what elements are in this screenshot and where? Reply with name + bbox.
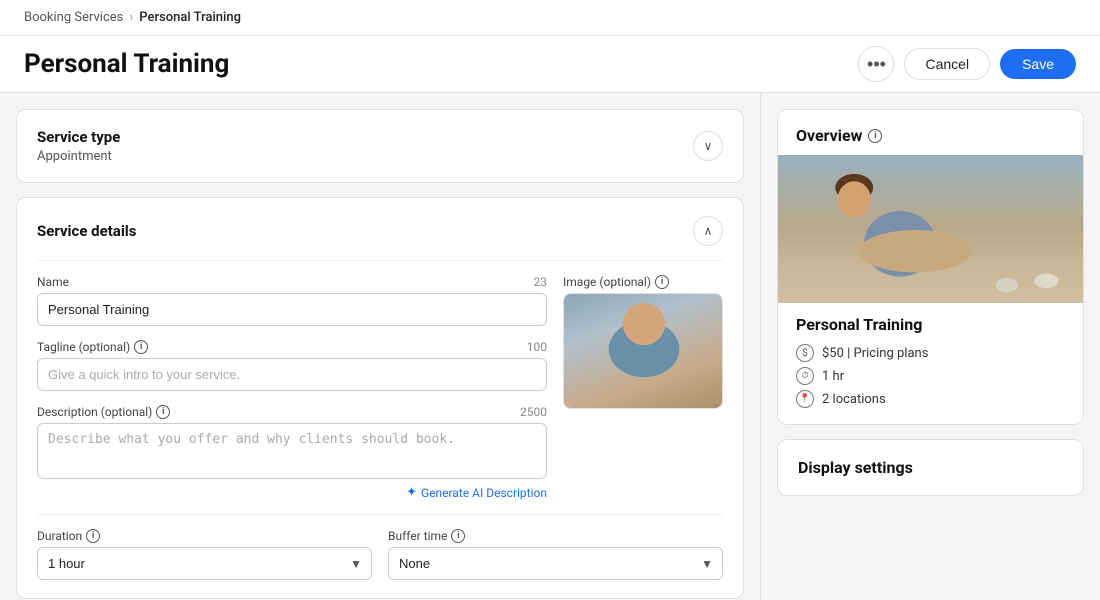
ai-link-row: ✦ Generate AI Description [37, 485, 547, 500]
image-col: Image (optional) i [563, 275, 723, 409]
duration-buffer-row: Duration i 30 minutes 45 minutes 1 hour … [37, 529, 723, 580]
tagline-label-wrap: Tagline (optional) i [37, 340, 148, 354]
chevron-down-icon: ∨ [704, 139, 713, 153]
buffer-label-wrap: Buffer time i [388, 529, 723, 543]
service-type-header: Service type Appointment ∨ [37, 128, 723, 164]
description-label: Description (optional) [37, 405, 152, 419]
form-divider-2 [37, 514, 723, 515]
duration-select[interactable]: 30 minutes 45 minutes 1 hour 1.5 hours 2… [37, 547, 372, 580]
description-textarea[interactable] [37, 423, 547, 479]
description-section: Description (optional) i 2500 ✦ Generate… [37, 405, 547, 500]
service-details-collapse-button[interactable]: ∧ [693, 216, 723, 246]
service-image-box[interactable] [563, 293, 723, 409]
display-settings-title: Display settings [798, 458, 1063, 477]
service-image [564, 294, 722, 408]
tagline-label-row: Tagline (optional) i 100 [37, 340, 547, 354]
duration-label: Duration [37, 529, 82, 543]
description-char-count: 2500 [520, 405, 547, 419]
service-type-collapse-button[interactable]: ∨ [693, 131, 723, 161]
description-label-wrap: Description (optional) i [37, 405, 170, 419]
duration-label-wrap: Duration i [37, 529, 372, 543]
overview-price: $50 | Pricing plans [822, 346, 928, 361]
service-type-title: Service type [37, 128, 120, 146]
ai-sparkle-icon: ✦ [406, 485, 417, 500]
overview-info-icon[interactable]: i [868, 129, 882, 143]
overview-title: Overview [796, 126, 862, 145]
save-button[interactable]: Save [1000, 49, 1076, 79]
page-title: Personal Training [24, 49, 229, 79]
overview-price-item: $ $50 | Pricing plans [796, 344, 1065, 362]
display-settings-card: Display settings [777, 439, 1084, 496]
form-divider-1 [37, 260, 723, 261]
buffer-info-icon[interactable]: i [451, 529, 465, 543]
breadcrumb-bar: Booking Services › Personal Training [0, 0, 1100, 36]
image-label-row: Image (optional) i [563, 275, 723, 289]
buffer-select-wrap: None 5 minutes 10 minutes 15 minutes 30 … [388, 547, 723, 580]
price-icon: $ [796, 344, 814, 362]
description-info-icon[interactable]: i [156, 405, 170, 419]
tagline-info-icon[interactable]: i [134, 340, 148, 354]
service-type-card: Service type Appointment ∨ [16, 109, 744, 183]
page-header: Personal Training ••• Cancel Save [0, 36, 1100, 93]
breadcrumb-current: Personal Training [139, 10, 241, 25]
clock-icon: ⏱ [796, 367, 814, 385]
image-info-icon[interactable]: i [655, 275, 669, 289]
service-details-title: Service details [37, 222, 136, 240]
name-input[interactable] [37, 293, 547, 326]
service-details-card: Service details ∧ Name 23 [16, 197, 744, 599]
overview-header: Overview i [778, 110, 1083, 155]
tagline-section: Tagline (optional) i 100 [37, 340, 547, 391]
overview-body: Personal Training $ $50 | Pricing plans … [778, 303, 1083, 424]
overview-locations-item: 📍 2 locations [796, 390, 1065, 408]
tagline-input[interactable] [37, 358, 547, 391]
name-col: Name 23 Tagline (optional) i 100 [37, 275, 547, 500]
left-panel: Service type Appointment ∨ Service detai… [0, 93, 760, 599]
header-actions: ••• Cancel Save [858, 46, 1076, 82]
right-panel: Overview i Personal Training $ $50 | Pri… [760, 93, 1100, 599]
hero-person-image [778, 155, 1083, 303]
tagline-label: Tagline (optional) [37, 340, 130, 354]
name-image-row: Name 23 Tagline (optional) i 100 [37, 275, 723, 500]
buffer-select[interactable]: None 5 minutes 10 minutes 15 minutes 30 … [388, 547, 723, 580]
main-layout: Service type Appointment ∨ Service detai… [0, 93, 1100, 599]
overview-service-name: Personal Training [796, 315, 1065, 334]
overview-duration: 1 hr [822, 369, 844, 384]
buffer-label: Buffer time [388, 529, 447, 543]
location-icon: 📍 [796, 390, 814, 408]
tagline-char-count: 100 [527, 340, 547, 354]
cancel-button[interactable]: Cancel [904, 48, 990, 80]
duration-col: Duration i 30 minutes 45 minutes 1 hour … [37, 529, 372, 580]
chevron-up-icon: ∧ [704, 224, 713, 238]
overview-duration-item: ⏱ 1 hr [796, 367, 1065, 385]
buffer-col: Buffer time i None 5 minutes 10 minutes … [388, 529, 723, 580]
breadcrumb-separator: › [129, 10, 133, 25]
overview-locations: 2 locations [822, 392, 886, 407]
overview-hero-image [778, 155, 1083, 303]
description-label-row: Description (optional) i 2500 [37, 405, 547, 419]
overview-card: Overview i Personal Training $ $50 | Pri… [777, 109, 1084, 425]
name-label-row: Name 23 [37, 275, 547, 289]
more-options-button[interactable]: ••• [858, 46, 894, 82]
service-details-header: Service details ∧ [37, 216, 723, 246]
overview-meta: $ $50 | Pricing plans ⏱ 1 hr 📍 2 locatio… [796, 344, 1065, 408]
service-type-subtitle: Appointment [37, 149, 120, 164]
generate-ai-description-link[interactable]: ✦ Generate AI Description [406, 485, 547, 500]
image-label: Image (optional) [563, 275, 651, 289]
service-type-info: Service type Appointment [37, 128, 120, 164]
duration-info-icon[interactable]: i [86, 529, 100, 543]
duration-select-wrap: 30 minutes 45 minutes 1 hour 1.5 hours 2… [37, 547, 372, 580]
name-char-count: 23 [534, 275, 548, 289]
breadcrumb-parent[interactable]: Booking Services [24, 10, 123, 25]
name-label: Name [37, 275, 69, 289]
